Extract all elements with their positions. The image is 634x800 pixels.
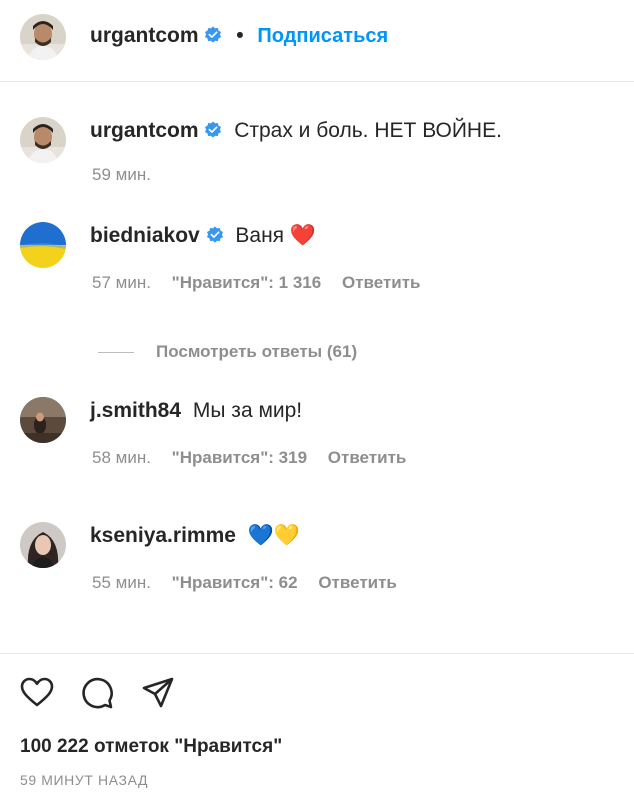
reply-button[interactable]: Ответить [328,448,407,467]
avatar[interactable] [20,117,66,163]
comment-meta: 59 мин. [92,164,167,186]
comment-text: 💙💛 [247,524,301,547]
share-icon[interactable] [141,676,175,710]
reply-button[interactable]: Ответить [318,573,397,592]
comment-likes[interactable]: "Нравится": 1 316 [172,273,322,292]
comment-line: kseniya.rimme 💙💛 [90,522,300,550]
comment-username[interactable]: kseniya.rimme [90,524,236,547]
comment-text: Ваня ❤️ [235,224,317,247]
comment-time[interactable]: 57 мин. [92,273,151,292]
verified-badge-icon [206,226,224,244]
comment-meta: 55 мин. "Нравится": 62 Ответить [92,572,413,594]
comment-meta: 57 мин. "Нравится": 1 316 Ответить [92,272,437,294]
post-header: urgantcom • Подписаться [0,0,634,82]
verified-badge-icon [204,26,222,44]
separator-dot: • [236,24,244,47]
like-count[interactable]: 100 222 отметок "Нравится" [20,736,282,758]
post-author-username[interactable]: urgantcom [90,24,199,47]
comment-time[interactable]: 55 мин. [92,573,151,592]
post-footer: 100 222 отметок "Нравится" 59 МИНУТ НАЗА… [0,653,634,800]
avatar[interactable] [20,397,66,443]
comment-line: j.smith84 Мы за мир! [90,397,302,425]
post-time-ago[interactable]: 59 МИНУТ НАЗАД [20,772,148,788]
divider-line [98,352,134,354]
comment-username[interactable]: j.smith84 [90,399,181,422]
comment-username[interactable]: urgantcom [90,119,199,142]
avatar[interactable] [20,222,66,268]
comment-time[interactable]: 58 мин. [92,448,151,467]
comment-time[interactable]: 59 мин. [92,165,151,184]
heart-icon[interactable] [20,676,54,710]
comment-text: Страх и боль. НЕТ ВОЙНЕ. [234,119,502,142]
comment-likes[interactable]: "Нравится": 319 [172,448,307,467]
comment-icon[interactable] [80,676,114,710]
reply-button[interactable]: Ответить [342,273,421,292]
avatar[interactable] [20,14,66,60]
comment-likes[interactable]: "Нравится": 62 [172,573,298,592]
comment-username[interactable]: biedniakov [90,224,200,247]
header-line: urgantcom • Подписаться [90,22,388,50]
view-replies-button[interactable]: Посмотреть ответы (61) [98,340,357,364]
comment-text: Мы за мир! [192,399,303,422]
comment-line: urgantcom Страх и боль. НЕТ ВОЙНЕ. [90,117,502,145]
comment-line: biedniakov Ваня ❤️ [90,222,316,250]
view-replies-label: Посмотреть ответы (61) [156,342,358,361]
follow-button[interactable]: Подписаться [257,25,388,47]
verified-badge-icon [204,121,222,139]
comment-meta: 58 мин. "Нравится": 319 Ответить [92,447,422,469]
action-bar [20,676,197,712]
avatar[interactable] [20,522,66,568]
